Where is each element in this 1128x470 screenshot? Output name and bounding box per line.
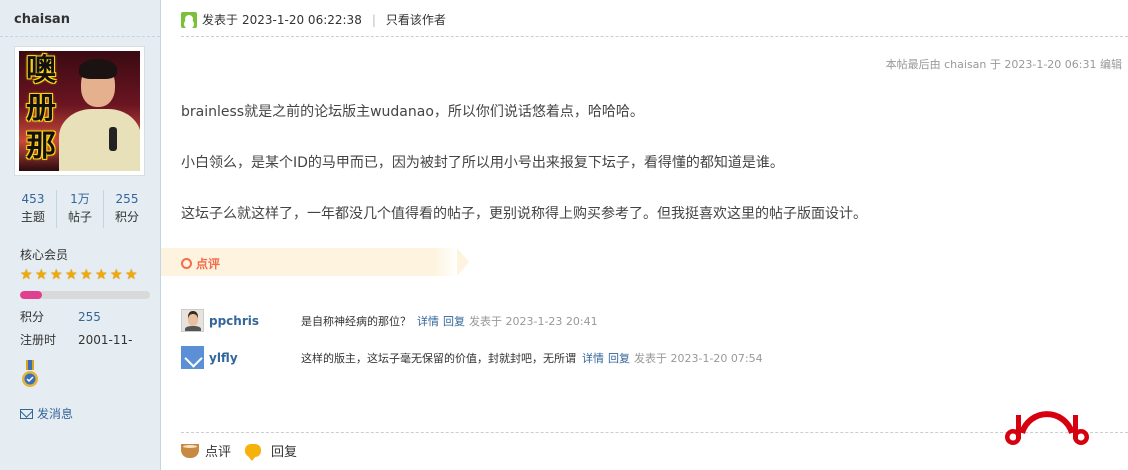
rank-star-icon: ★ <box>20 267 33 283</box>
envelope-icon <box>20 408 33 419</box>
stat-credits-label: 积分 <box>114 210 139 224</box>
rank-star-icon: ★ <box>50 267 63 283</box>
commenter-avatar[interactable] <box>181 309 204 332</box>
author-username[interactable]: chaisan <box>14 12 70 27</box>
author-stats: 453 主题 1万 帖子 255 积分 <box>10 190 150 228</box>
edit-notice: 本帖最后由 chaisan 于 2023-1-20 06:31 编辑 <box>885 58 1122 71</box>
avatar-image: 噢 册 那 <box>19 51 140 171</box>
commenter-avatar[interactable] <box>181 346 204 369</box>
author-sidebar: chaisan 噢 册 那 453 主题 1万 帖子 255 积分 核心会员 ★… <box>0 0 161 470</box>
commenter-name[interactable]: ylfly <box>209 351 301 365</box>
credit-progress-bar <box>20 291 150 299</box>
send-message-label: 发消息 <box>37 407 74 421</box>
post-actions: 点评 回复 <box>181 441 297 461</box>
rank-star-icon: ★ <box>65 267 78 283</box>
comment-text: 是自称神经病的那位？ <box>301 314 411 328</box>
rank-star-icon: ★ <box>110 267 123 283</box>
comment-button[interactable]: 点评 <box>205 441 231 460</box>
comment-text: 这样的版主，这坛子毫无保留的价值，封就封吧，无所谓 <box>301 351 576 365</box>
comment-reply-link[interactable]: 回复 <box>443 313 465 329</box>
stat-topics-count[interactable]: 453 <box>10 190 56 208</box>
avatar-person-body <box>59 109 140 171</box>
posted-prefix: 发表于 <box>202 13 239 27</box>
meta-divider <box>181 36 1128 37</box>
avatar-caption-char: 那 <box>26 129 56 164</box>
user-group[interactable]: 核心会员 <box>20 246 68 263</box>
post-view: chaisan 噢 册 那 453 主题 1万 帖子 255 积分 核心会员 ★… <box>0 0 1128 470</box>
online-author-icon <box>181 11 197 28</box>
avatar-caption-char: 噢 <box>26 53 56 88</box>
site-logo-icon <box>1005 411 1089 445</box>
rank-star-icon: ★ <box>125 267 138 283</box>
comment-item: ppchris 是自称神经病的那位？ 详情 回复 发表于 2023-1-23 2… <box>181 309 598 332</box>
stat-topics[interactable]: 453 主题 <box>10 190 57 228</box>
stat-credits[interactable]: 255 积分 <box>104 190 150 228</box>
post-meta: 发表于 2023-1-20 06:22:38 | 只看该作者 <box>181 11 446 28</box>
rank-star-icon: ★ <box>80 267 93 283</box>
info-credits-key: 积分 <box>20 310 45 324</box>
post-paragraph: 这坛子么就这样了，一年都没几个值得看的帖子，更别说称得上购买参考了。但我挺喜欢这… <box>181 206 867 222</box>
comment-time: 发表于 2023-1-23 20:41 <box>469 314 598 328</box>
post-content: 发表于 2023-1-20 06:22:38 | 只看该作者 本帖最后由 cha… <box>161 0 1128 470</box>
comment-item: ylfly 这样的版主，这坛子毫无保留的价值，封就封吧，无所谓 详情 回复 发表… <box>181 346 763 369</box>
comments-header-label: 点评 <box>196 257 221 271</box>
stat-posts[interactable]: 1万 帖子 <box>57 190 104 228</box>
author-avatar[interactable]: 噢 册 那 <box>14 46 145 176</box>
commenter-name[interactable]: ppchris <box>209 314 301 328</box>
posted-time: 2023-1-20 06:22:38 <box>242 12 362 27</box>
post-paragraph: 小白领么，是某个ID的马甲而已，因为被封了所以用小号出来报复下坛子，看得懂的都知… <box>181 155 784 171</box>
avatar-person-hair <box>79 59 117 79</box>
stat-posts-label: 帖子 <box>67 210 92 224</box>
info-credits-value[interactable]: 255 <box>78 310 101 324</box>
stat-credits-count[interactable]: 255 <box>104 190 150 208</box>
avatar-caption-char: 册 <box>26 91 56 126</box>
comment-ring-icon <box>181 258 192 269</box>
medal-icon[interactable] <box>21 360 39 390</box>
info-register-value: 2001-11- <box>78 333 133 347</box>
info-register: 注册时 2001-11- <box>20 331 132 348</box>
reply-button[interactable]: 回复 <box>271 441 297 460</box>
meta-separator: | <box>371 12 376 27</box>
rank-star-icon: ★ <box>35 267 48 283</box>
stat-topics-label: 主题 <box>20 210 45 224</box>
comments-header: 点评 <box>161 248 469 276</box>
avatar-microphone <box>109 127 117 151</box>
rank-stars: ★ ★ ★ ★ ★ ★ ★ ★ <box>20 268 139 282</box>
comment-detail-link[interactable]: 详情 <box>582 350 604 366</box>
send-message-link[interactable]: 发消息 <box>20 405 73 422</box>
stat-posts-count[interactable]: 1万 <box>57 190 103 208</box>
comment-reply-link[interactable]: 回复 <box>608 350 630 366</box>
reply-bubble-icon[interactable] <box>245 444 262 461</box>
sidebar-divider <box>0 36 160 37</box>
only-author-link[interactable]: 只看该作者 <box>386 11 446 28</box>
comment-detail-link[interactable]: 详情 <box>417 313 439 329</box>
credit-progress-fill <box>20 291 43 299</box>
rank-star-icon: ★ <box>95 267 108 283</box>
actions-divider <box>181 432 1128 433</box>
post-paragraph: brainless就是之前的论坛版主wudanao，所以你们说话悠着点，哈哈哈。 <box>181 104 644 120</box>
comment-time: 发表于 2023-1-20 07:54 <box>634 351 763 365</box>
comment-cup-icon[interactable] <box>181 443 199 458</box>
info-credits: 积分 255 <box>20 308 101 325</box>
info-register-key: 注册时 <box>20 333 57 347</box>
